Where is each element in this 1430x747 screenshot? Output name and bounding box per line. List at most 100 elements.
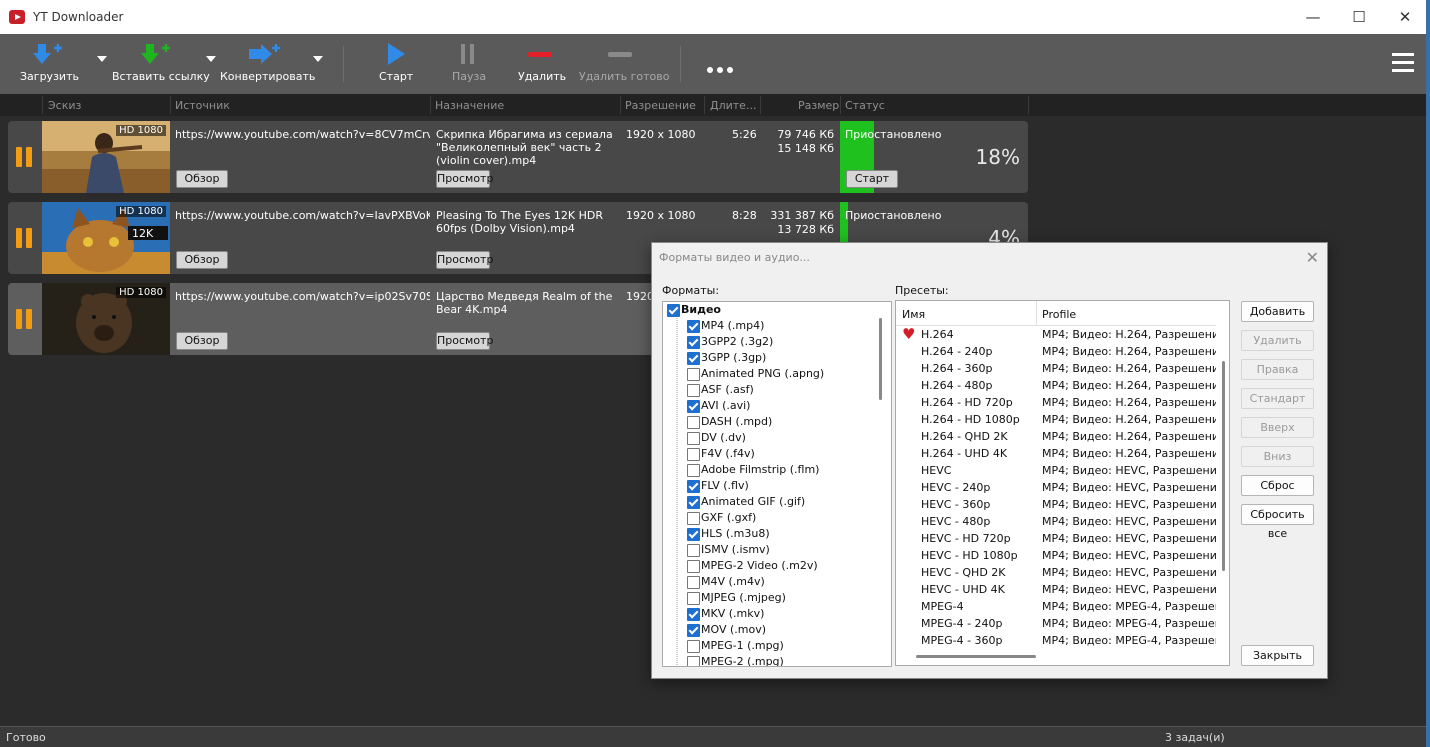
preset-row[interactable]: ♥ H.264 MP4; Видео: H.264, Разрешение=А [896,326,1216,343]
preset-row[interactable]: MPEG-4 - 240p MP4; Видео: MPEG-4, Разреше… [896,615,1216,632]
col-duration[interactable]: Длите... [710,99,756,112]
pause-icon [461,44,474,64]
preset-row[interactable]: H.264 - HD 1080p MP4; Видео: H.264, Разре… [896,411,1216,428]
checkbox[interactable] [687,512,700,525]
download-dropdown-icon[interactable] [97,56,107,62]
pause-icon[interactable] [16,309,34,329]
checkbox[interactable] [687,528,700,541]
move-down-button[interactable]: Вниз [1241,446,1314,467]
reset-all-button[interactable]: Сбросить все [1241,504,1314,540]
checkbox[interactable] [687,352,700,365]
col-dest[interactable]: Назначение [435,99,504,112]
presets-vscroll[interactable] [1222,361,1225,571]
preset-row[interactable]: HEVC - 360p MP4; Видео: HEVC, Разрешение=… [896,496,1216,513]
col-source[interactable]: Источник [175,99,230,112]
checkbox[interactable] [687,624,700,637]
delete-preset-button[interactable]: Удалить [1241,330,1314,351]
convert-dropdown-icon[interactable] [313,56,323,62]
preset-row[interactable]: HEVC - HD 1080p MP4; Видео: HEVC, Разреше… [896,547,1216,564]
start-button[interactable]: Старт [370,34,420,94]
checkbox[interactable] [687,592,700,605]
preset-row[interactable]: H.264 - 240p MP4; Видео: H.264, Разрешени… [896,343,1216,360]
move-up-button[interactable]: Вверх [1241,417,1314,438]
checkbox[interactable] [687,496,700,509]
format-label: 3GPP (.3gp) [701,351,767,364]
formats-scrollbar[interactable] [879,318,882,400]
download-button[interactable]: Загрузить [14,34,80,94]
preset-row[interactable]: HEVC MP4; Видео: HEVC, Разрешение=А [896,462,1216,479]
format-label: FLV (.flv) [701,479,749,492]
col-resolution[interactable]: Разрешение [625,99,696,112]
preset-row[interactable]: H.264 - QHD 2K MP4; Видео: H.264, Разреше… [896,428,1216,445]
col-profile[interactable]: Profile [1042,308,1076,321]
presets-hscroll[interactable] [916,655,1036,658]
reset-button[interactable]: Сброс [1241,475,1314,496]
preset-row[interactable]: H.264 - 360p MP4; Видео: H.264, Разрешени… [896,360,1216,377]
preset-row[interactable]: HEVC - 480p MP4; Видео: HEVC, Разрешение=… [896,513,1216,530]
view-button[interactable]: Просмотр [436,332,493,350]
minimize-icon[interactable]: — [1290,0,1336,34]
pause-icon[interactable] [16,228,34,248]
checkbox[interactable] [687,656,700,666]
formats-label: Форматы: [662,284,720,297]
pause-icon[interactable] [16,147,34,167]
checkbox[interactable] [687,640,700,653]
preset-row[interactable]: MPEG-4 - 360p MP4; Видео: MPEG-4, Разреше… [896,632,1216,649]
preset-row[interactable]: HEVC - QHD 2K MP4; Видео: HEVC, Разрешени… [896,564,1216,581]
convert-button[interactable]: Конвертировать [218,34,315,94]
preset-row[interactable]: MPEG-4 MP4; Видео: MPEG-4, Разрешение= [896,598,1216,615]
resolution: 1920 x 1080 [626,209,696,222]
task-row[interactable]: HD 1080 https://www.youtube.com/watch?v=… [8,121,1028,193]
format-label: MPEG-1 (.mpg) [701,639,784,652]
edit-preset-button[interactable]: Правка [1241,359,1314,380]
paste-link-button[interactable]: Вставить ссылку [110,34,210,94]
checkbox[interactable] [687,448,700,461]
checkbox[interactable] [687,400,700,413]
checkbox[interactable] [687,368,700,381]
preset-row[interactable]: HEVC - UHD 4K MP4; Видео: HEVC, Разрешени… [896,581,1216,598]
preset-row[interactable]: H.264 - 480p MP4; Видео: H.264, Разрешени… [896,377,1216,394]
checkbox[interactable] [687,560,700,573]
browse-button[interactable]: Обзор [176,170,228,188]
preset-profile: MP4; Видео: MPEG-4, Разрешение= [1042,617,1216,630]
destination-file: Царство Медведя Realm of the Bear 4K.mp4 [436,290,613,316]
add-preset-button[interactable]: Добавить [1241,301,1314,322]
preset-profile: MP4; Видео: MPEG-4, Разрешение= [1042,600,1216,613]
browse-button[interactable]: Обзор [176,251,228,269]
col-status[interactable]: Статус [845,99,885,112]
delete-button[interactable]: Удалить [512,34,568,94]
view-button[interactable]: Просмотр [436,170,493,188]
close-dialog-button[interactable]: Закрыть [1241,645,1314,666]
view-button[interactable]: Просмотр [436,251,493,269]
checkbox[interactable] [687,384,700,397]
checkbox[interactable] [687,464,700,477]
downloaded-size: 13 728 Кб [777,223,834,236]
delete-done-button[interactable]: Удалить готово [576,34,669,94]
preset-row[interactable]: HEVC - HD 720p MP4; Видео: HEVC, Разрешен… [896,530,1216,547]
hamburger-menu-icon[interactable] [1392,52,1416,74]
checkbox[interactable] [687,576,700,589]
pause-button[interactable]: Пауза [442,34,492,94]
col-size[interactable]: Размер [798,99,839,112]
default-preset-button[interactable]: Стандарт [1241,388,1314,409]
checkbox[interactable] [687,608,700,621]
maximize-icon[interactable]: ☐ [1336,0,1382,34]
close-icon[interactable]: ✕ [1382,0,1428,34]
checkbox[interactable] [687,416,700,429]
dialog-close-icon[interactable]: ✕ [1306,248,1319,267]
more-button[interactable] [700,34,740,94]
preset-row[interactable]: H.264 - UHD 4K MP4; Видео: H.264, Разреше… [896,445,1216,462]
col-thumb[interactable]: Эскиз [48,99,81,112]
checkbox[interactable] [687,544,700,557]
checkbox[interactable] [687,480,700,493]
preset-row[interactable]: H.264 - HD 720p MP4; Видео: H.264, Разреш… [896,394,1216,411]
checkbox[interactable] [687,320,700,333]
paste-dropdown-icon[interactable] [206,56,216,62]
start-task-button[interactable]: Старт [846,170,898,188]
format-label: Adobe Filmstrip (.flm) [701,463,820,476]
browse-button[interactable]: Обзор [176,332,228,350]
col-name[interactable]: Имя [902,308,925,321]
checkbox[interactable] [687,432,700,445]
preset-row[interactable]: HEVC - 240p MP4; Видео: HEVC, Разрешение=… [896,479,1216,496]
checkbox[interactable] [687,336,700,349]
